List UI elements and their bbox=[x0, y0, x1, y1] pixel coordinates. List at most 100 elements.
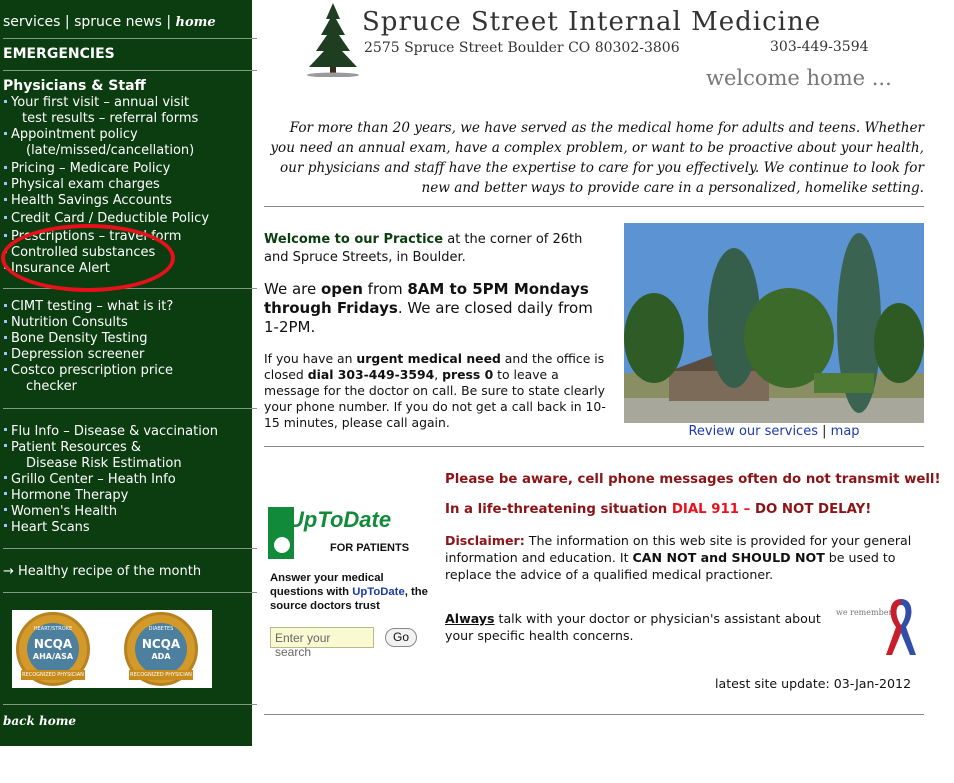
sidebar-item-depression-screener[interactable]: Depression screener bbox=[11, 347, 173, 363]
physicians-staff-link[interactable]: Physicians & Staff bbox=[3, 78, 146, 94]
sidebar-item-pricing[interactable]: Pricing – Medicare Policy bbox=[11, 161, 209, 177]
badge-org: NCQA bbox=[141, 637, 181, 651]
sidebar-item-hormone-therapy[interactable]: Hormone Therapy bbox=[11, 488, 218, 504]
urgent-need: urgent medical need bbox=[356, 351, 501, 366]
disclaimer: Disclaimer: The information on this web … bbox=[445, 532, 923, 583]
review-services-link[interactable]: Review our services bbox=[688, 424, 818, 439]
disclaimer-emphasis: CAN NOT and SHOULD NOT bbox=[632, 550, 825, 565]
sidebar-item-first-visit[interactable]: Your first visit – annual visit bbox=[11, 95, 209, 111]
ncqa-diabetes-badge[interactable]: DIABETES NCQA ADA RECOGNIZED PHYSICIAN bbox=[124, 612, 198, 686]
ncqa-heart-stroke-badge[interactable]: HEART/STROKE NCQA AHA/ASA RECOGNIZED PHY… bbox=[16, 612, 90, 686]
sidebar: services | spruce news | home EMERGENCIE… bbox=[0, 0, 257, 746]
sidebar-item-grillo-center[interactable]: Grillo Center – Heath Info bbox=[11, 472, 218, 488]
urgent-dial: dial 303-449-3594 bbox=[307, 367, 435, 382]
emergency-warning: In a life-threatening situation DIAL 911… bbox=[445, 502, 871, 517]
bullet-icon bbox=[4, 132, 7, 135]
badge-caption: DIABETES bbox=[148, 626, 174, 632]
spruce-tree-logo bbox=[307, 3, 359, 77]
practice-phone: 303-449-3594 bbox=[770, 39, 869, 55]
sidebar-item-insurance-alert[interactable]: Insurance Alert bbox=[11, 261, 209, 277]
urgent-press: press 0 bbox=[442, 367, 494, 382]
dial-911: DIAL 911 – bbox=[671, 502, 751, 517]
emergency-text: In a life-threatening situation bbox=[445, 502, 672, 517]
sidebar-item-flu-info[interactable]: Flu Info – Disease & vaccination bbox=[11, 424, 218, 440]
badge-org: NCQA bbox=[33, 637, 73, 651]
bullet-icon bbox=[4, 198, 7, 201]
sidebar-divider bbox=[3, 548, 257, 549]
uptodate-search-input[interactable]: Enter your search bbox=[270, 627, 374, 659]
healthy-recipe-link[interactable]: → Healthy recipe of the month bbox=[3, 564, 201, 579]
nav-home-link[interactable]: home bbox=[176, 15, 216, 30]
office-photo bbox=[624, 223, 924, 423]
bullet-icon bbox=[4, 182, 7, 185]
sidebar-item-appointment-policy[interactable]: Appointment policy bbox=[11, 127, 209, 143]
content-divider bbox=[264, 206, 924, 207]
nav-spruce-news-link[interactable]: spruce news bbox=[74, 14, 162, 30]
sidebar-item-controlled-substances[interactable]: Controlled substances bbox=[11, 245, 209, 261]
physicians-staff-menu: Your first visit – annual visit test res… bbox=[11, 95, 209, 277]
nav-separator: | bbox=[64, 14, 70, 30]
bullet-icon bbox=[4, 444, 7, 447]
bullet-icon bbox=[4, 352, 7, 355]
sidebar-item-bone-density[interactable]: Bone Density Testing bbox=[11, 331, 173, 347]
sidebar-item-prescriptions[interactable]: Prescriptions – travel form bbox=[11, 229, 209, 245]
sidebar-item-nutrition[interactable]: Nutrition Consults bbox=[11, 315, 173, 331]
sidebar-item-heart-scans[interactable]: Heart Scans bbox=[11, 520, 218, 536]
content-divider bbox=[264, 714, 924, 715]
always-text: talk with your doctor or physician's ass… bbox=[445, 611, 821, 643]
urgent-paragraph: If you have an urgent medical need and t… bbox=[264, 351, 614, 431]
nav-services-link[interactable]: services bbox=[3, 14, 60, 30]
urgent-text: If you have an bbox=[264, 351, 357, 366]
sidebar-item-credit-card-policy[interactable]: Credit Card / Deductible Policy bbox=[11, 211, 209, 227]
bullet-icon bbox=[4, 100, 7, 103]
bullet-icon bbox=[4, 216, 7, 219]
emergencies-link[interactable]: EMERGENCIES bbox=[3, 46, 115, 62]
content-divider bbox=[264, 446, 924, 447]
sidebar-item-physical-exam-charges[interactable]: Physical exam charges bbox=[11, 177, 209, 193]
uptodate-description: Answer your medical questions with UpToD… bbox=[270, 571, 430, 613]
sidebar-item-patient-resources[interactable]: Patient Resources & bbox=[11, 440, 218, 456]
we-remember-ribbon: we remember bbox=[836, 595, 926, 657]
sidebar-item-costco-checker[interactable]: checker bbox=[11, 379, 173, 395]
bullet-icon bbox=[4, 508, 7, 511]
bullet-icon bbox=[4, 266, 7, 269]
bullet-icon bbox=[4, 428, 7, 431]
sidebar-item-disease-risk[interactable]: Disease Risk Estimation bbox=[11, 456, 218, 472]
sidebar-divider bbox=[3, 408, 257, 409]
sidebar-item-appointment-policy-detail[interactable]: (late/missed/cancellation) bbox=[11, 143, 209, 159]
sidebar-divider bbox=[3, 70, 257, 71]
bullet-icon bbox=[4, 234, 7, 237]
sidebar-item-test-results[interactable]: test results – referral forms bbox=[11, 111, 209, 127]
sidebar-item-womens-health[interactable]: Women's Health bbox=[11, 504, 218, 520]
always-link[interactable]: Always bbox=[445, 611, 495, 626]
bullet-icon bbox=[4, 524, 7, 527]
badge-inner: DIABETES NCQA ADA bbox=[135, 623, 187, 675]
caption-separator: | bbox=[822, 424, 827, 439]
intro-paragraph: For more than 20 years, we have served a… bbox=[270, 120, 924, 196]
bullet-icon bbox=[4, 336, 7, 339]
hours-paragraph: We are open from 8AM to 5PM Mondays thro… bbox=[264, 280, 604, 337]
emergency-text: DO NOT DELAY! bbox=[750, 502, 872, 517]
welcome-paragraph: Welcome to our Practice at the corner of… bbox=[264, 231, 604, 267]
testing-menu: CIMT testing – what is it? Nutrition Con… bbox=[11, 299, 173, 395]
sidebar-item-costco-price[interactable]: Costco prescription price bbox=[11, 363, 173, 379]
back-home-link[interactable]: back home bbox=[3, 714, 76, 728]
uptodate-logo[interactable]: UpToDate FOR PATIENTS bbox=[268, 505, 420, 563]
uptodate-link[interactable]: UpToDate bbox=[352, 586, 405, 598]
cell-phone-warning: Please be aware, cell phone messages oft… bbox=[445, 472, 941, 487]
badge-sub: AHA/ASA bbox=[32, 652, 74, 661]
bullet-icon bbox=[4, 368, 7, 371]
map-link[interactable]: map bbox=[831, 424, 860, 439]
welcome-tagline: welcome home ... bbox=[706, 66, 892, 90]
nav-separator: | bbox=[166, 14, 172, 30]
ncqa-badges: HEART/STROKE NCQA AHA/ASA RECOGNIZED PHY… bbox=[12, 610, 212, 688]
sidebar-item-health-savings[interactable]: Health Savings Accounts bbox=[11, 193, 209, 209]
bullet-icon bbox=[4, 492, 7, 495]
bullet-icon bbox=[4, 320, 7, 323]
sidebar-item-cimt-testing[interactable]: CIMT testing – what is it? bbox=[11, 299, 173, 315]
bullet-icon bbox=[4, 166, 7, 169]
sidebar-divider bbox=[3, 38, 257, 39]
badge-caption: HEART/STROKE bbox=[33, 626, 73, 632]
go-button[interactable]: Go bbox=[385, 628, 417, 647]
bullet-icon bbox=[4, 250, 7, 253]
